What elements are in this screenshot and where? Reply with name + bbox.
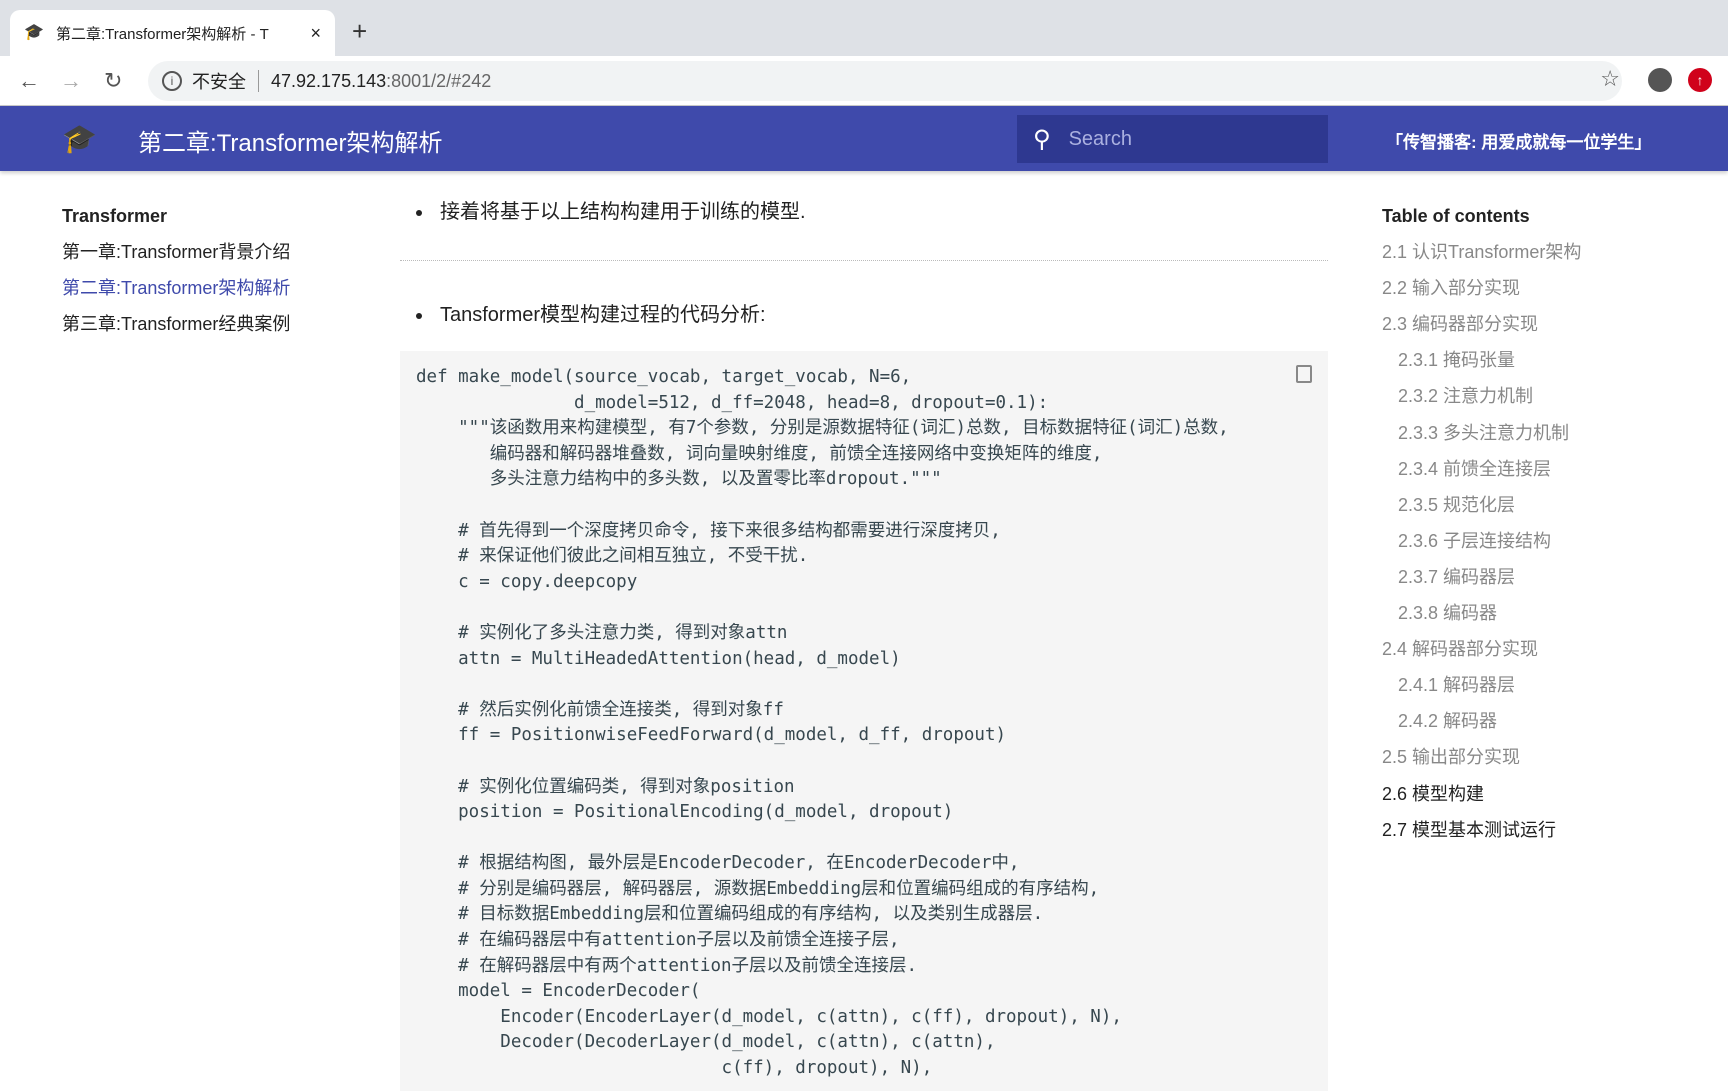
account-icon[interactable] [1648, 68, 1672, 92]
search-placeholder: Search [1068, 127, 1132, 150]
update-icon[interactable]: ↑ [1688, 68, 1712, 92]
bookmark-star-icon[interactable]: ☆ [1600, 66, 1620, 92]
toc-item[interactable]: 2.7 模型基本测试运行 [1382, 817, 1581, 853]
code-line: ff = PositionwiseFeedForward(d_model, d_… [416, 725, 1007, 746]
code-block: def make_model(source_vocab, target_voca… [400, 351, 1328, 1091]
code-line: def make_model(source_vocab, target_voca… [416, 367, 912, 387]
toc-item[interactable]: 2.3.7 编码器层 [1382, 564, 1581, 600]
code-line: # 目标数据Embedding层和位置编码组成的有序结构, 以及类别生成器层. [416, 904, 1044, 925]
code-line: # 在解码器层中有两个attention子层以及前馈全连接层. [416, 955, 918, 976]
code-line: ​ [416, 493, 1312, 519]
copy-icon[interactable] [1296, 365, 1312, 383]
code-line: # 然后实例化前馈全连接类, 得到对象ff [416, 699, 784, 720]
info-icon[interactable]: i [162, 71, 182, 91]
code-line: """该函数用来构建模型, 有7个参数, 分别是源数据特征(词汇)总数, 目标数… [416, 418, 1229, 439]
toc-item[interactable]: 2.6 模型构建 [1382, 781, 1581, 817]
list-item: Tansformer模型构建过程的代码分析: [400, 293, 1328, 337]
code-line: c = copy.deepcopy [416, 571, 638, 592]
search-input[interactable]: ⚲ Search [1017, 115, 1328, 163]
tab-title: 第二章:Transformer架构解析 - T [56, 25, 269, 43]
new-tab-button[interactable]: + [352, 16, 367, 47]
code-line: # 来保证他们彼此之间相互独立, 不受干扰. [416, 546, 809, 567]
code-line: # 分别是编码器层, 解码器层, 源数据Embedding层和位置编码组成的有序… [416, 878, 1100, 899]
main-content: 接着将基于以上结构构建用于训练的模型. Tansformer模型构建过程的代码分… [400, 190, 1328, 1091]
sidebar-heading[interactable]: Transformer [62, 203, 290, 239]
divider [400, 260, 1328, 261]
back-icon[interactable]: ← [18, 68, 40, 94]
toc-item[interactable]: 2.1 认识Transformer架构 [1382, 239, 1581, 275]
code-line: # 根据结构图, 最外层是EncoderDecoder, 在EncoderDec… [416, 853, 1020, 874]
code-line: Decoder(DecoderLayer(d_model, c(attn), c… [416, 1032, 996, 1053]
toc-item[interactable]: 2.3.4 前馈全连接层 [1382, 456, 1581, 492]
code-line: ​ [416, 826, 1312, 852]
code-line: Encoder(EncoderLayer(d_model, c(attn), c… [416, 1006, 1122, 1027]
table-of-contents: Table of contents 2.1 认识Transformer架构 2.2… [1382, 203, 1581, 853]
graduation-cap-icon[interactable]: 🎓 [62, 122, 97, 155]
code-line: ​ [416, 672, 1312, 698]
close-tab-icon[interactable]: × [310, 23, 321, 44]
toc-item[interactable]: 2.2 输入部分实现 [1382, 275, 1581, 311]
code-line: 编码器和解码器堆叠数, 词向量映射维度, 前馈全连接网络中变换矩阵的维度, [416, 443, 1103, 464]
code-line: attn = MultiHeadedAttention(head, d_mode… [416, 648, 901, 669]
sidebar-item-chapter-3[interactable]: 第三章:Transformer经典案例 [62, 311, 290, 347]
sidebar: Transformer 第一章:Transformer背景介绍 第二章:Tran… [62, 203, 290, 347]
security-label: 不安全 [192, 72, 246, 92]
toc-item[interactable]: 2.3.8 编码器 [1382, 600, 1581, 636]
code-line: d_model=512, d_ff=2048, head=8, dropout=… [416, 392, 1049, 413]
divider [258, 70, 259, 92]
code-text: def make_model(source_vocab, target_voca… [416, 365, 1312, 1082]
graduation-cap-icon: 🎓 [24, 24, 44, 41]
tab-bar: 🎓 第二章:Transformer架构解析 - T × + [0, 0, 1728, 56]
toc-item[interactable]: 2.3.1 掩码张量 [1382, 347, 1581, 383]
toc-item[interactable]: 2.3.6 子层连接结构 [1382, 528, 1581, 564]
code-line: ​ [416, 595, 1312, 621]
slogan: 「传智播客: 用爱成就每一位学生」 [1386, 133, 1652, 152]
code-line: # 首先得到一个深度拷贝命令, 接下来很多结构都需要进行深度拷贝, [416, 520, 1001, 541]
code-line: # 在编码器层中有attention子层以及前馈全连接子层, [416, 930, 900, 951]
sidebar-item-chapter-2[interactable]: 第二章:Transformer架构解析 [62, 275, 290, 311]
toc-item[interactable]: 2.4.2 解码器 [1382, 708, 1581, 744]
toc-item[interactable]: 2.3 编码器部分实现 [1382, 311, 1581, 347]
url-bar[interactable]: i 不安全 47.92.175.143:8001/2/#242 [148, 61, 1622, 101]
toc-item[interactable]: 2.3.3 多头注意力机制 [1382, 420, 1581, 456]
toc-heading: Table of contents [1382, 206, 1530, 226]
forward-icon[interactable]: → [60, 68, 82, 94]
code-line: 多头注意力结构中的多头数, 以及置零比率dropout.""" [416, 469, 942, 490]
sidebar-item-chapter-1[interactable]: 第一章:Transformer背景介绍 [62, 239, 290, 275]
list-item: 接着将基于以上结构构建用于训练的模型. [400, 190, 1328, 234]
browser-tab[interactable]: 🎓 第二章:Transformer架构解析 - T × [10, 10, 335, 56]
code-line: position = PositionalEncoding(d_model, d… [416, 802, 954, 823]
code-line: ​ [416, 749, 1312, 775]
toc-item[interactable]: 2.5 输出部分实现 [1382, 744, 1581, 780]
toc-item[interactable]: 2.4 解码器部分实现 [1382, 636, 1581, 672]
code-line: c(ff), dropout), N), [416, 1058, 933, 1079]
toc-item[interactable]: 2.4.1 解码器层 [1382, 672, 1581, 708]
code-line: # 实例化位置编码类, 得到对象position [416, 776, 795, 797]
page-title: 第二章:Transformer架构解析 [138, 130, 443, 157]
url-host: 47.92.175.143 [271, 70, 387, 91]
site-header: 🎓 第二章:Transformer架构解析 ⚲ Search 「传智播客: 用爱… [0, 106, 1728, 171]
code-line: model = EncoderDecoder( [416, 981, 701, 1002]
address-toolbar: ← → ↻ i 不安全 47.92.175.143:8001/2/#242 [0, 56, 1728, 106]
search-icon: ⚲ [1033, 125, 1051, 153]
url-path: :8001/2/#242 [386, 70, 492, 91]
reload-icon[interactable]: ↻ [104, 68, 122, 94]
code-line: # 实例化了多头注意力类, 得到对象attn [416, 622, 788, 643]
toc-item[interactable]: 2.3.2 注意力机制 [1382, 383, 1581, 419]
toc-item[interactable]: 2.3.5 规范化层 [1382, 492, 1581, 528]
